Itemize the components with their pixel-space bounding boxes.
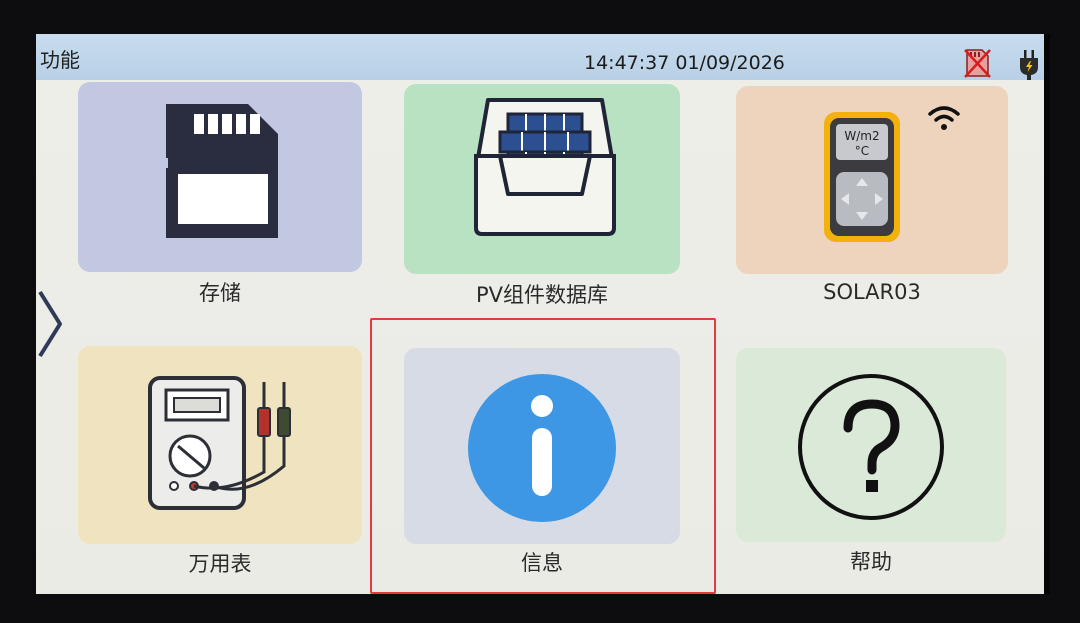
- power-plug-icon: [1018, 50, 1040, 84]
- wifi-icon: [926, 102, 962, 136]
- sd-card-missing-icon: [962, 48, 992, 82]
- pv-module-database-icon: [470, 92, 620, 246]
- tile-multimeter-label: 万用表: [188, 552, 252, 576]
- meter-unit-temperature: °C: [855, 144, 869, 158]
- page-title: 功能: [40, 48, 80, 72]
- tile-help-label: 帮助: [850, 550, 892, 574]
- multimeter-icon: [146, 374, 310, 518]
- meter-unit-irradiance: W/m2: [844, 129, 879, 143]
- selection-highlight: [370, 318, 716, 594]
- status-bar: 功能 14:47:37 01/09/2026: [36, 34, 1050, 80]
- tile-storage[interactable]: [78, 82, 362, 272]
- tile-help[interactable]: [736, 348, 1006, 542]
- tile-solar03[interactable]: W/m2 °C: [736, 86, 1008, 274]
- bezel-edge: [1044, 34, 1050, 594]
- tile-solar03-label: SOLAR03: [823, 280, 921, 304]
- tile-multimeter[interactable]: [78, 346, 362, 544]
- help-icon: [796, 372, 946, 526]
- clock-datetime: 14:47:37 01/09/2026: [584, 52, 785, 74]
- tile-pv-database-label: PV组件数据库: [475, 283, 609, 307]
- sd-card-icon: [162, 100, 282, 246]
- tile-pv-database[interactable]: [404, 84, 680, 274]
- tile-storage-label: 存储: [199, 281, 241, 305]
- page-left-arrow[interactable]: [36, 284, 64, 368]
- solar03-meter-icon: W/m2 °C: [822, 110, 902, 248]
